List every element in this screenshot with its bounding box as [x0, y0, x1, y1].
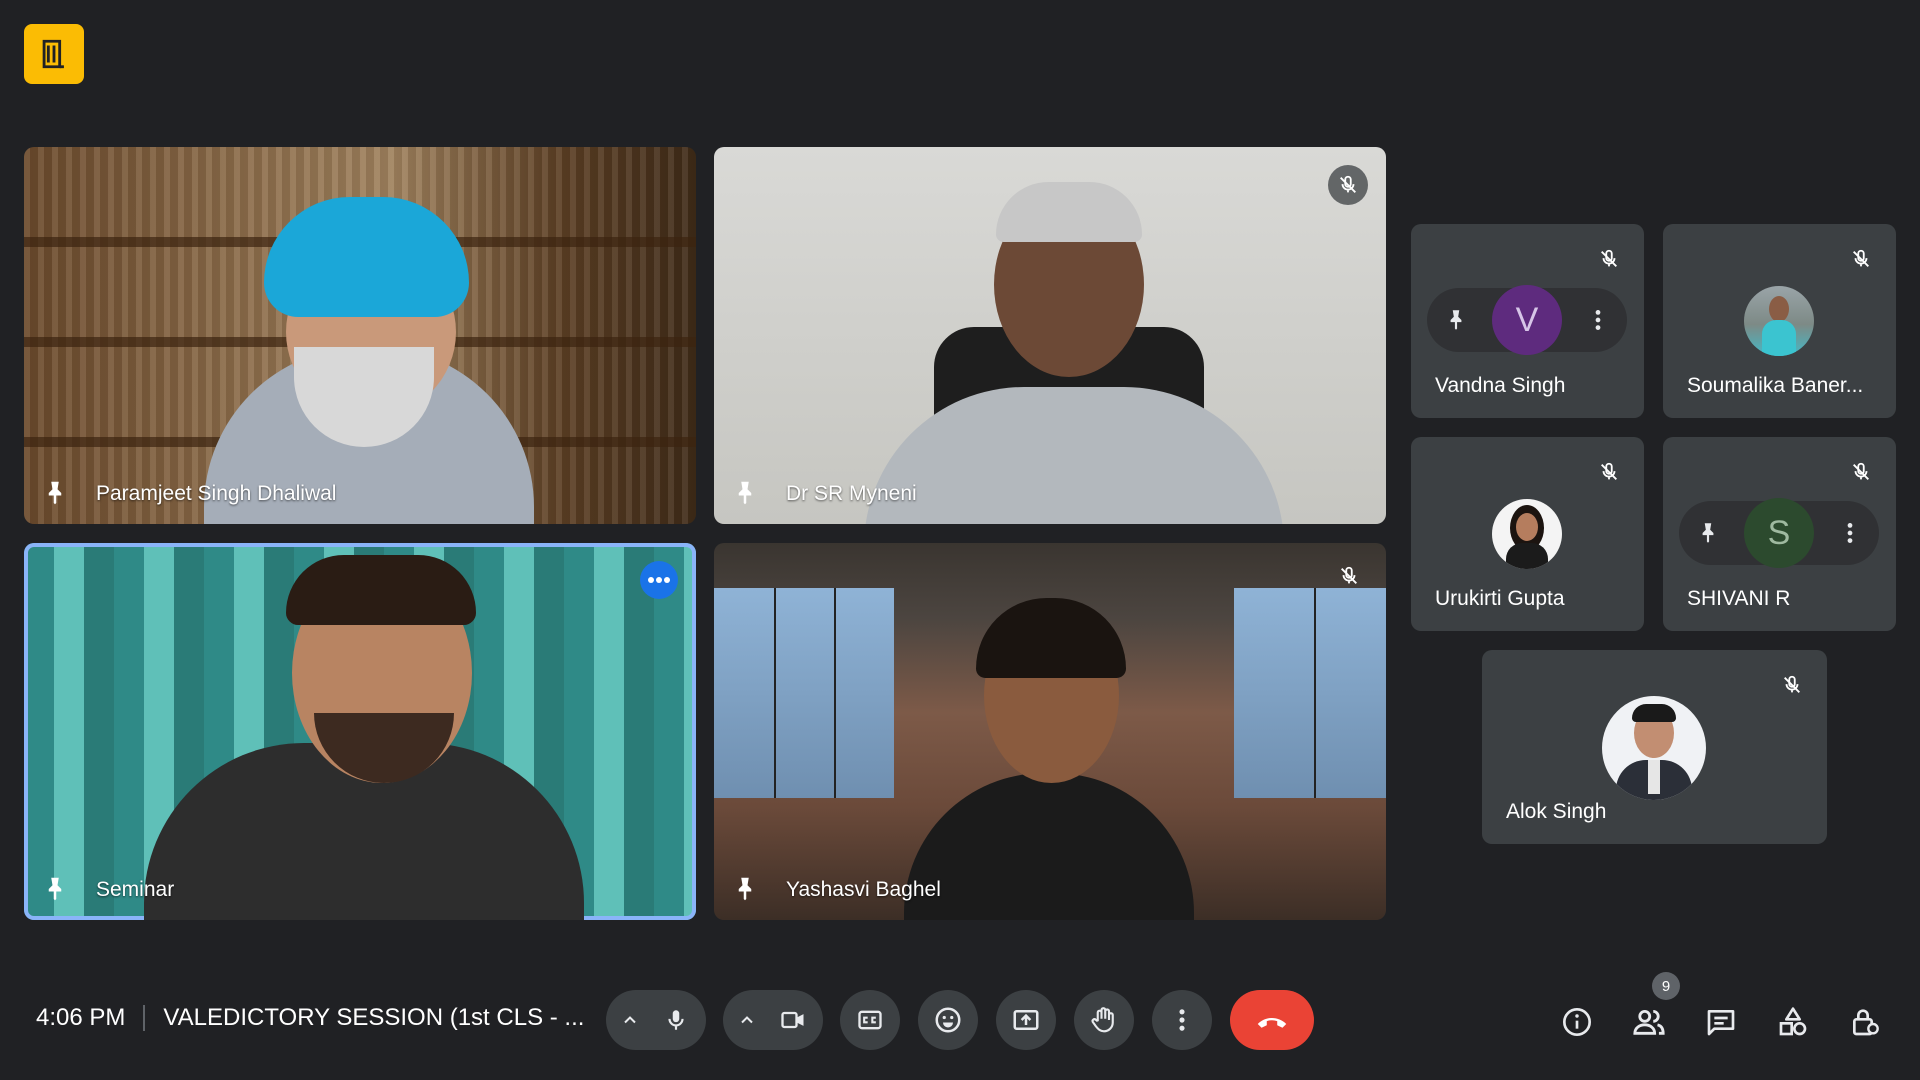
more-options-button[interactable]	[1152, 990, 1212, 1050]
audio-settings-button[interactable]	[612, 996, 648, 1044]
captions-button[interactable]	[840, 990, 900, 1050]
video-tile-shivani[interactable]: S SHIVANI R	[1663, 437, 1896, 631]
avatar	[1602, 696, 1706, 800]
microphone-off-icon	[1338, 565, 1360, 592]
present-icon	[1013, 1010, 1039, 1030]
participant-count: 9	[1661, 977, 1671, 995]
reactions-button[interactable]	[918, 990, 978, 1050]
pin-icon[interactable]	[1443, 307, 1469, 333]
microphone-off-icon	[1850, 248, 1872, 275]
more-vert-icon	[1179, 1009, 1185, 1031]
participant-name: Dr SR Myneni	[786, 482, 917, 505]
meeting-info: 4:06 PM VALEDICTORY SESSION (1st CLS - .…	[36, 1004, 584, 1032]
end-call-icon	[1257, 1018, 1287, 1028]
audio-controls	[606, 990, 706, 1050]
emoji-icon	[935, 1007, 961, 1033]
video-tile-soumalika[interactable]: Soumalika Baner...	[1663, 224, 1896, 418]
video-tile-seminar[interactable]: Seminar	[24, 543, 696, 920]
camera-button[interactable]	[769, 996, 817, 1044]
participant-name: Paramjeet Singh Dhaliwal	[96, 482, 337, 505]
clock-time: 4:06 PM	[36, 1004, 126, 1031]
activities-button[interactable]	[1769, 998, 1817, 1046]
participant-name: Yashasvi Baghel	[786, 878, 941, 901]
divider	[143, 1005, 146, 1031]
host-controls-button[interactable]	[1841, 998, 1889, 1046]
leave-call-button[interactable]	[1230, 990, 1314, 1050]
more-options-button[interactable]	[640, 561, 678, 599]
raise-hand-button[interactable]	[1074, 990, 1134, 1050]
chat-button[interactable]	[1697, 998, 1745, 1046]
captions-icon	[858, 1010, 882, 1030]
exit-door-icon[interactable]	[24, 24, 84, 84]
video-tile-yashasvi[interactable]: Yashasvi Baghel	[714, 543, 1386, 920]
participant-count-badge: 9	[1652, 972, 1680, 1000]
chevron-up-icon	[624, 1016, 636, 1024]
participant-name: Urukirti Gupta	[1435, 587, 1565, 610]
participant-name: Alok Singh	[1506, 800, 1607, 823]
video-tile-alok[interactable]: Alok Singh	[1482, 650, 1827, 844]
more-vert-icon[interactable]	[1837, 520, 1863, 546]
meeting-title[interactable]: VALEDICTORY SESSION (1st CLS - ...	[163, 1004, 584, 1032]
activities-icon	[1779, 1007, 1807, 1036]
microphone-off-icon	[1781, 674, 1803, 701]
pin-icon	[738, 481, 752, 505]
video-settings-button[interactable]	[729, 996, 765, 1044]
microphone-icon	[668, 1010, 684, 1030]
avatar: S	[1744, 498, 1814, 568]
raise-hand-icon	[1091, 1007, 1114, 1033]
microphone-off-icon	[1598, 461, 1620, 488]
chat-icon	[1707, 1010, 1735, 1036]
avatar-initial: V	[1515, 300, 1539, 339]
info-icon	[1563, 1008, 1591, 1036]
avatar: V	[1492, 285, 1562, 355]
pin-icon	[738, 877, 752, 901]
more-vert-icon[interactable]	[1585, 307, 1611, 333]
avatar	[1492, 499, 1562, 569]
pin-icon	[48, 481, 62, 505]
present-button[interactable]	[996, 990, 1056, 1050]
participant-name: Vandna Singh	[1435, 374, 1566, 397]
people-button[interactable]	[1625, 998, 1673, 1046]
meeting-details-button[interactable]	[1553, 998, 1601, 1046]
tile-hover-controls: V	[1427, 285, 1627, 355]
video-tile-vandna[interactable]: V Vandna Singh	[1411, 224, 1644, 418]
avatar	[1744, 286, 1814, 356]
participant-name: Soumalika Baner...	[1687, 374, 1864, 397]
tile-hover-controls: S	[1679, 498, 1879, 568]
people-icon	[1633, 1009, 1665, 1035]
microphone-button[interactable]	[652, 996, 700, 1044]
host-controls-icon	[1853, 1009, 1879, 1036]
pin-icon[interactable]	[1695, 520, 1721, 546]
video-tile-urukirti[interactable]: Urukirti Gupta	[1411, 437, 1644, 631]
participant-name: Seminar	[96, 878, 175, 901]
avatar-initial: S	[1767, 513, 1791, 552]
microphone-off-icon	[1598, 248, 1620, 275]
microphone-off-icon	[1850, 461, 1872, 488]
participant-name: SHIVANI R	[1687, 587, 1791, 610]
video-tile-paramjeet[interactable]: Paramjeet Singh Dhaliwal	[24, 147, 696, 524]
video-controls	[723, 990, 823, 1050]
camera-icon	[781, 1011, 804, 1029]
chevron-up-icon	[741, 1016, 753, 1024]
microphone-off-icon	[1328, 165, 1368, 205]
video-tile-myneni[interactable]: Dr SR Myneni	[714, 147, 1386, 524]
pin-icon	[48, 877, 62, 901]
